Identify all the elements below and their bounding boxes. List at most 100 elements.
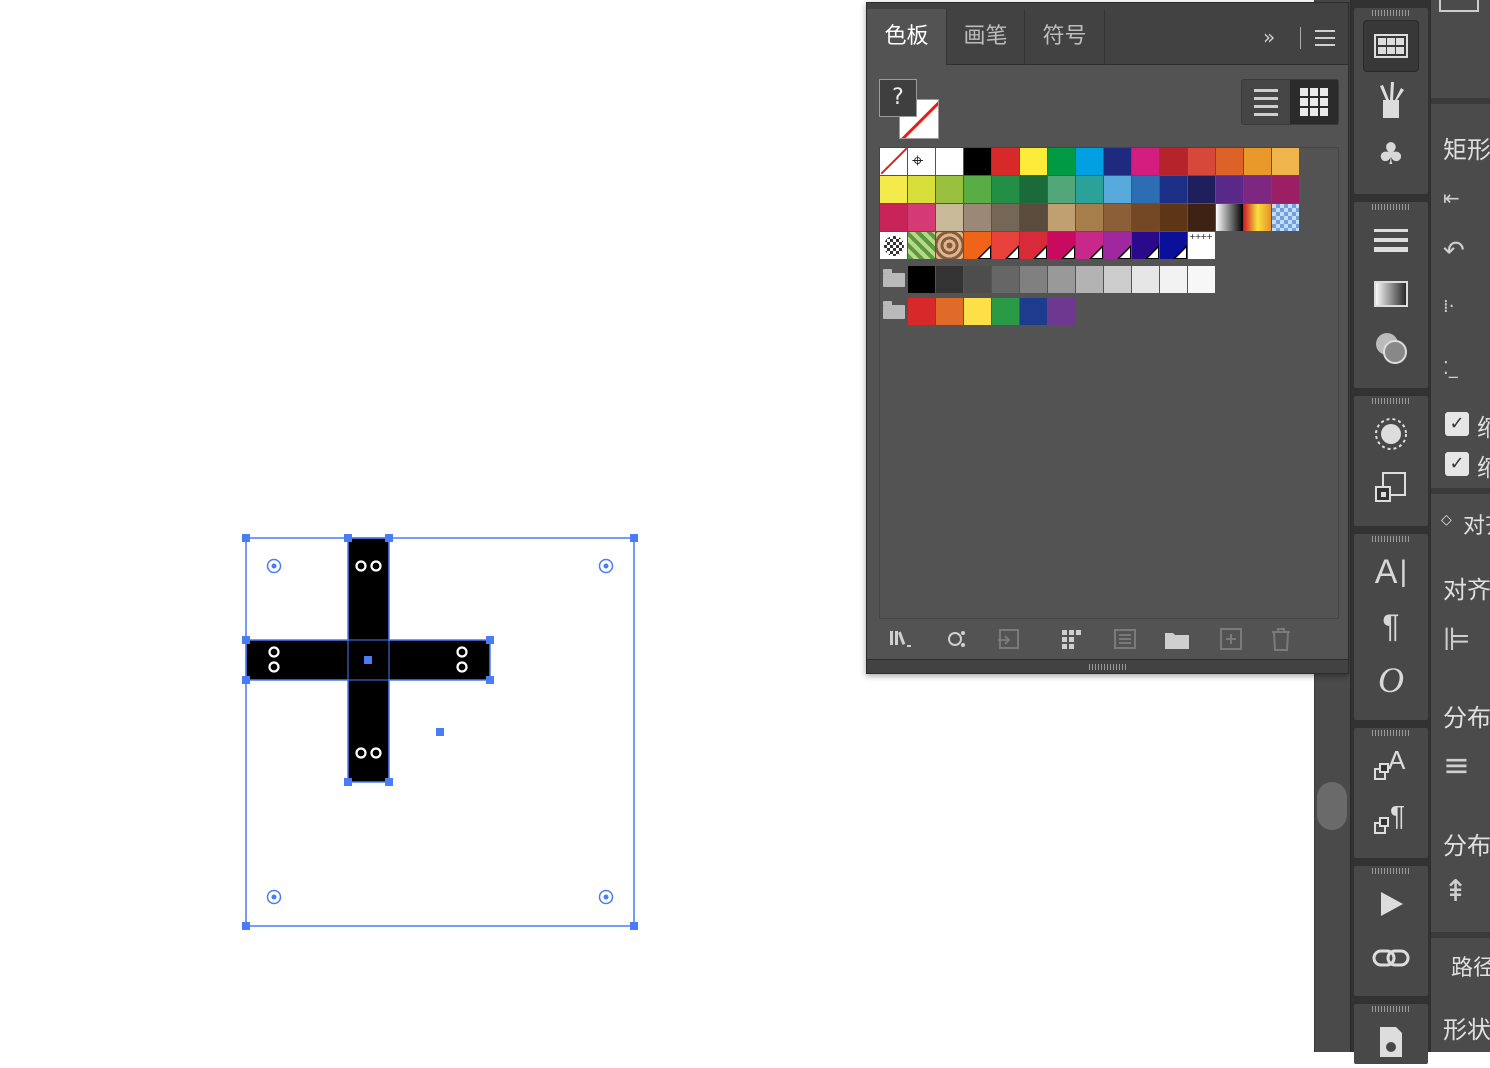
- character-icon[interactable]: A |: [1363, 546, 1419, 598]
- list-view-icon[interactable]: [1242, 80, 1290, 124]
- live-corner-widget[interactable]: [355, 747, 367, 759]
- anchor-point[interactable]: [486, 636, 494, 644]
- swatch-color[interactable]: [1216, 148, 1244, 176]
- swatch-color[interactable]: [1160, 176, 1188, 204]
- new-folder-icon[interactable]: [1163, 625, 1191, 653]
- dock-grip[interactable]: [1354, 202, 1428, 212]
- swatch-color[interactable]: [992, 204, 1020, 232]
- swatch-color[interactable]: [1132, 176, 1160, 204]
- distribute-spacing-icon[interactable]: ⇞: [1443, 874, 1468, 909]
- live-corner-widget[interactable]: [370, 560, 382, 572]
- scrollbar-thumb[interactable]: [1317, 782, 1347, 830]
- swatch-color[interactable]: [964, 204, 992, 232]
- swatch-color[interactable]: [936, 298, 964, 326]
- delete-icon[interactable]: [1267, 625, 1295, 653]
- swatch-spot-color[interactable]: [1104, 232, 1132, 260]
- swatch-color[interactable]: [1188, 176, 1216, 204]
- collapse-panel-icon[interactable]: »: [1263, 25, 1275, 49]
- paragraph-styles-icon[interactable]: ¶: [1363, 794, 1419, 846]
- paragraph-icon[interactable]: ¶: [1363, 600, 1419, 652]
- show-kinds-icon[interactable]: [943, 625, 971, 653]
- dock-grip[interactable]: [1354, 396, 1428, 406]
- rectangle-shape[interactable]: [242, 534, 638, 930]
- scale-corners-checkbox[interactable]: ✓: [1445, 412, 1469, 436]
- cross-center-point[interactable]: [364, 656, 372, 664]
- swatch-color[interactable]: [1160, 266, 1188, 294]
- swatch-color[interactable]: [992, 298, 1020, 326]
- rotate-icon[interactable]: ↶: [1443, 236, 1465, 266]
- gradient-icon[interactable]: [1363, 268, 1419, 320]
- swatch-color[interactable]: [908, 176, 936, 204]
- swatch-color[interactable]: [1020, 204, 1048, 232]
- opentype-icon[interactable]: O: [1363, 654, 1419, 706]
- brushes-icon[interactable]: [1363, 74, 1419, 126]
- swatch-grad-blue[interactable]: [1272, 204, 1300, 232]
- symbols-icon[interactable]: ♣: [1363, 128, 1419, 180]
- swatch-spot-color[interactable]: [1020, 232, 1048, 260]
- swatch-color[interactable]: [1188, 266, 1216, 294]
- swatch-color[interactable]: [1048, 204, 1076, 232]
- swatch-color[interactable]: [1216, 176, 1244, 204]
- anchor-point[interactable]: [385, 778, 393, 786]
- dock-grip[interactable]: [1354, 1004, 1428, 1014]
- panel-resize-grip[interactable]: [867, 659, 1348, 673]
- scale-strokes-checkbox[interactable]: ✓: [1445, 452, 1469, 476]
- tab-brushes[interactable]: 画笔: [947, 9, 1025, 65]
- swatch-color[interactable]: [1076, 266, 1104, 294]
- anchor-point[interactable]: [344, 778, 352, 786]
- swatch-color[interactable]: [1048, 148, 1076, 176]
- swatch-color[interactable]: [1076, 204, 1104, 232]
- swatch-color[interactable]: [1104, 176, 1132, 204]
- swatch-color[interactable]: [880, 204, 908, 232]
- swatch-spot-color[interactable]: [1160, 232, 1188, 260]
- dock-grip[interactable]: [1354, 728, 1428, 738]
- live-corner-widget[interactable]: [268, 646, 280, 658]
- swatch-pat-plus[interactable]: [1188, 232, 1216, 260]
- swatch-grad-rb[interactable]: [1244, 204, 1272, 232]
- swatch-color[interactable]: [908, 266, 936, 294]
- swatch-color[interactable]: [1132, 148, 1160, 176]
- swatch-pat-dots[interactable]: [880, 232, 908, 260]
- color-group-folder-icon[interactable]: [880, 266, 908, 294]
- swatch-color[interactable]: [1132, 204, 1160, 232]
- swatch-color[interactable]: [1272, 176, 1300, 204]
- color-group-folder-icon[interactable]: [880, 298, 908, 326]
- transform-icon[interactable]: [1363, 462, 1419, 514]
- swatch-spot-color[interactable]: [1132, 232, 1160, 260]
- swatch-color[interactable]: [1188, 204, 1216, 232]
- swatch-color[interactable]: [908, 298, 936, 326]
- swatch-spot-color[interactable]: [964, 232, 992, 260]
- dock-grip[interactable]: [1354, 534, 1428, 544]
- swatch-color[interactable]: [964, 148, 992, 176]
- pathfinder-section-header[interactable]: 路径: [1451, 950, 1490, 982]
- transparency-icon[interactable]: [1363, 322, 1419, 374]
- swatch-color[interactable]: [1020, 176, 1048, 204]
- corner-type-icon[interactable]: ⁞·: [1443, 296, 1454, 317]
- library-menu-icon[interactable]: [887, 625, 915, 653]
- swatch-pat-leaf[interactable]: [908, 232, 936, 260]
- swatch-color[interactable]: [880, 176, 908, 204]
- swatch-color[interactable]: [936, 148, 964, 176]
- swatch-color[interactable]: [1020, 148, 1048, 176]
- swatch-color[interactable]: [1048, 266, 1076, 294]
- stroke-icon[interactable]: [1363, 214, 1419, 266]
- bounding-handle[interactable]: [630, 922, 638, 930]
- dock-grip[interactable]: [1354, 8, 1428, 18]
- swatch-color[interactable]: [1188, 148, 1216, 176]
- swatch-pat-swirl[interactable]: [936, 232, 964, 260]
- swatch-color[interactable]: [1076, 176, 1104, 204]
- swatch-color[interactable]: [1048, 176, 1076, 204]
- swatch-color[interactable]: [908, 204, 936, 232]
- swatch-color[interactable]: [992, 148, 1020, 176]
- swatch-color[interactable]: [1104, 148, 1132, 176]
- tab-swatches[interactable]: 色板: [867, 9, 947, 65]
- appearance-icon[interactable]: [1363, 408, 1419, 460]
- live-corner-widget[interactable]: [355, 560, 367, 572]
- bounding-handle[interactable]: [242, 922, 250, 930]
- swatch-color[interactable]: [1020, 266, 1048, 294]
- live-corner-widget[interactable]: [370, 747, 382, 759]
- align-section-header[interactable]: 对齐: [1463, 508, 1490, 540]
- bounding-handle[interactable]: [630, 534, 638, 542]
- swatch-color[interactable]: [936, 176, 964, 204]
- character-styles-icon[interactable]: A: [1363, 740, 1419, 792]
